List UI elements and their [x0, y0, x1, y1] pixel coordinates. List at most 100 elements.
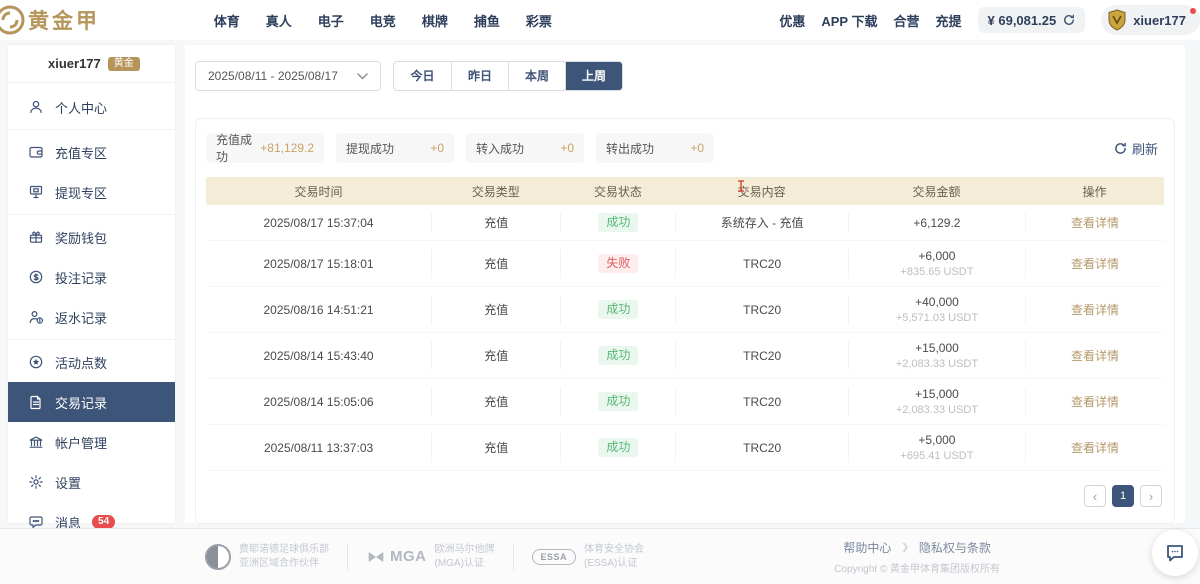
sidebar-item-transaction-records[interactable]: 交易记录 — [8, 382, 175, 422]
pagination-prev-button[interactable]: ‹ — [1084, 485, 1106, 507]
balance-amount: ¥ 69,081.25 — [988, 13, 1057, 28]
refresh-button[interactable]: 刷新 — [1114, 139, 1158, 158]
cell-type: 充值 — [431, 433, 560, 462]
sidebar-item-label: 奖励钱包 — [55, 228, 107, 247]
amount-main: +15,000 — [915, 387, 959, 401]
star-circle-icon — [27, 354, 44, 371]
sidebar-item-reward-wallet[interactable]: 奖励钱包 — [8, 217, 175, 257]
nav-live[interactable]: 真人 — [266, 11, 292, 30]
tab-last-week[interactable]: 上周 — [565, 62, 622, 90]
cell-status: 成功 — [560, 213, 675, 232]
tab-today[interactable]: 今日 — [394, 62, 451, 90]
cell-status: 成功 — [560, 433, 675, 462]
sidebar: xiuer177 黄金 个人中心 充值专区 提现专区 — [8, 45, 175, 523]
bank-icon — [27, 434, 44, 451]
pagination-next-button[interactable]: › — [1140, 485, 1162, 507]
view-details-link[interactable]: 查看详情 — [1071, 301, 1119, 318]
cell-content: TRC20 — [675, 433, 847, 462]
refresh-icon — [1114, 142, 1127, 155]
sidebar-item-withdraw-zone[interactable]: 提现专区 — [8, 172, 175, 212]
unread-count-badge: 54 — [92, 515, 115, 529]
help-center-link[interactable]: 帮助中心 — [843, 539, 891, 556]
stat-value: +0 — [430, 141, 444, 155]
col-header-type: 交易类型 — [431, 183, 560, 200]
partner-logos: 费耶诺德足球俱乐部 亚洲区域合作伙伴 MGA 欧洲马尔他牌 (MGA)认证 ES… — [205, 544, 644, 570]
user-coin-icon — [27, 309, 44, 326]
nav-slots[interactable]: 电子 — [318, 11, 344, 30]
nav-sports[interactable]: 体育 — [214, 11, 240, 30]
stat-deposit-success: 充值成功 +81,129.2 — [206, 133, 324, 163]
table-row: 2025/08/14 15:43:40 充值 成功 TRC20 +15,000+… — [206, 333, 1164, 379]
chevron-down-icon — [357, 73, 368, 80]
gift-icon — [27, 229, 44, 246]
refresh-label: 刷新 — [1132, 139, 1158, 158]
nav-cards[interactable]: 棋牌 — [422, 11, 448, 30]
sidebar-item-account-management[interactable]: 帐户管理 — [8, 422, 175, 462]
period-tabs: 今日 昨日 本周 上周 — [393, 61, 623, 91]
nav-fishing[interactable]: 捕鱼 — [474, 11, 500, 30]
cell-type: 充值 — [431, 387, 560, 416]
link-deposit-withdraw[interactable]: 充提 — [936, 11, 962, 30]
link-promotions[interactable]: 优惠 — [779, 11, 805, 30]
stat-withdraw-success: 提现成功 +0 — [336, 133, 454, 163]
transactions-table: 交易时间 交易类型 交易状态 交易内容 交易金额 操作 2025/08/17 1… — [206, 177, 1164, 471]
cell-action: 查看详情 — [1025, 387, 1164, 416]
cell-content: TRC20 — [675, 341, 847, 370]
sidebar-item-label: 设置 — [55, 473, 81, 492]
view-details-link[interactable]: 查看详情 — [1071, 347, 1119, 364]
user-menu[interactable]: xiuer177 — [1101, 5, 1200, 35]
mga-brand-text: MGA — [390, 548, 427, 565]
tab-this-week[interactable]: 本周 — [508, 62, 565, 90]
view-details-link[interactable]: 查看详情 — [1071, 393, 1119, 410]
main-nav: 体育 真人 电子 电竞 棋牌 捕鱼 彩票 — [214, 11, 552, 30]
sidebar-item-activity-points[interactable]: 活动点数 — [8, 342, 175, 382]
nav-lottery[interactable]: 彩票 — [526, 11, 552, 30]
cell-time: 2025/08/14 15:05:06 — [206, 387, 431, 416]
cell-time: 2025/08/11 13:37:03 — [206, 433, 431, 462]
partner-line2: 亚洲区域合作伙伴 — [239, 558, 329, 570]
link-affiliate[interactable]: 合营 — [893, 11, 919, 30]
coin-dollar-icon — [27, 269, 44, 286]
amount-main: +6,000 — [918, 249, 955, 263]
view-details-link[interactable]: 查看详情 — [1071, 255, 1119, 272]
pagination-page-1[interactable]: 1 — [1112, 485, 1134, 507]
cell-status: 失败 — [560, 249, 675, 278]
status-badge: 失败 — [598, 254, 638, 273]
stat-value: +0 — [560, 141, 574, 155]
sidebar-menu: 个人中心 充值专区 提现专区 奖励钱包 投注记录 — [8, 83, 175, 542]
view-details-link[interactable]: 查看详情 — [1071, 214, 1119, 231]
amount-usdt: +2,083.33 USDT — [896, 358, 978, 370]
feyenoord-logo-icon — [205, 544, 231, 570]
live-chat-button[interactable] — [1152, 530, 1198, 576]
footer-link-separator: ❯ — [901, 542, 909, 553]
sidebar-item-bet-records[interactable]: 投注记录 — [8, 257, 175, 297]
essa-logo-icon: ESSA — [532, 549, 577, 565]
nav-esports[interactable]: 电竞 — [370, 11, 396, 30]
privacy-terms-link[interactable]: 隐私权与条款 — [919, 539, 991, 556]
sidebar-item-label: 返水记录 — [55, 308, 107, 327]
gear-icon — [27, 474, 44, 491]
cell-time: 2025/08/17 15:37:04 — [206, 213, 431, 232]
refresh-balance-icon[interactable] — [1063, 14, 1075, 26]
cell-action: 查看详情 — [1025, 213, 1164, 232]
cell-time: 2025/08/17 15:18:01 — [206, 249, 431, 278]
sidebar-item-rebate-records[interactable]: 返水记录 — [8, 297, 175, 337]
brand-logo-icon — [0, 2, 28, 38]
sidebar-item-settings[interactable]: 设置 — [8, 462, 175, 502]
chat-bubble-icon — [1163, 541, 1187, 565]
stat-transfer-out-success: 转出成功 +0 — [596, 133, 714, 163]
cell-amount: +15,000+2,083.33 USDT — [848, 341, 1025, 370]
tab-yesterday[interactable]: 昨日 — [451, 62, 508, 90]
cell-action: 查看详情 — [1025, 295, 1164, 324]
table-row: 2025/08/11 13:37:03 充值 成功 TRC20 +5,000+6… — [206, 425, 1164, 471]
cell-content: TRC20 — [675, 295, 847, 324]
view-details-link[interactable]: 查看详情 — [1071, 439, 1119, 456]
cell-time: 2025/08/14 15:43:40 — [206, 341, 431, 370]
date-range-picker[interactable]: 2025/08/11 - 2025/08/17 — [195, 61, 381, 91]
sidebar-item-deposit-zone[interactable]: 充值专区 — [8, 132, 175, 172]
link-app-download[interactable]: APP 下载 — [821, 11, 877, 30]
sidebar-item-personal-center[interactable]: 个人中心 — [8, 87, 175, 127]
cell-status: 成功 — [560, 387, 675, 416]
brand-logo[interactable]: 黄金甲 — [0, 2, 100, 38]
mga-logo-icon — [366, 547, 386, 567]
